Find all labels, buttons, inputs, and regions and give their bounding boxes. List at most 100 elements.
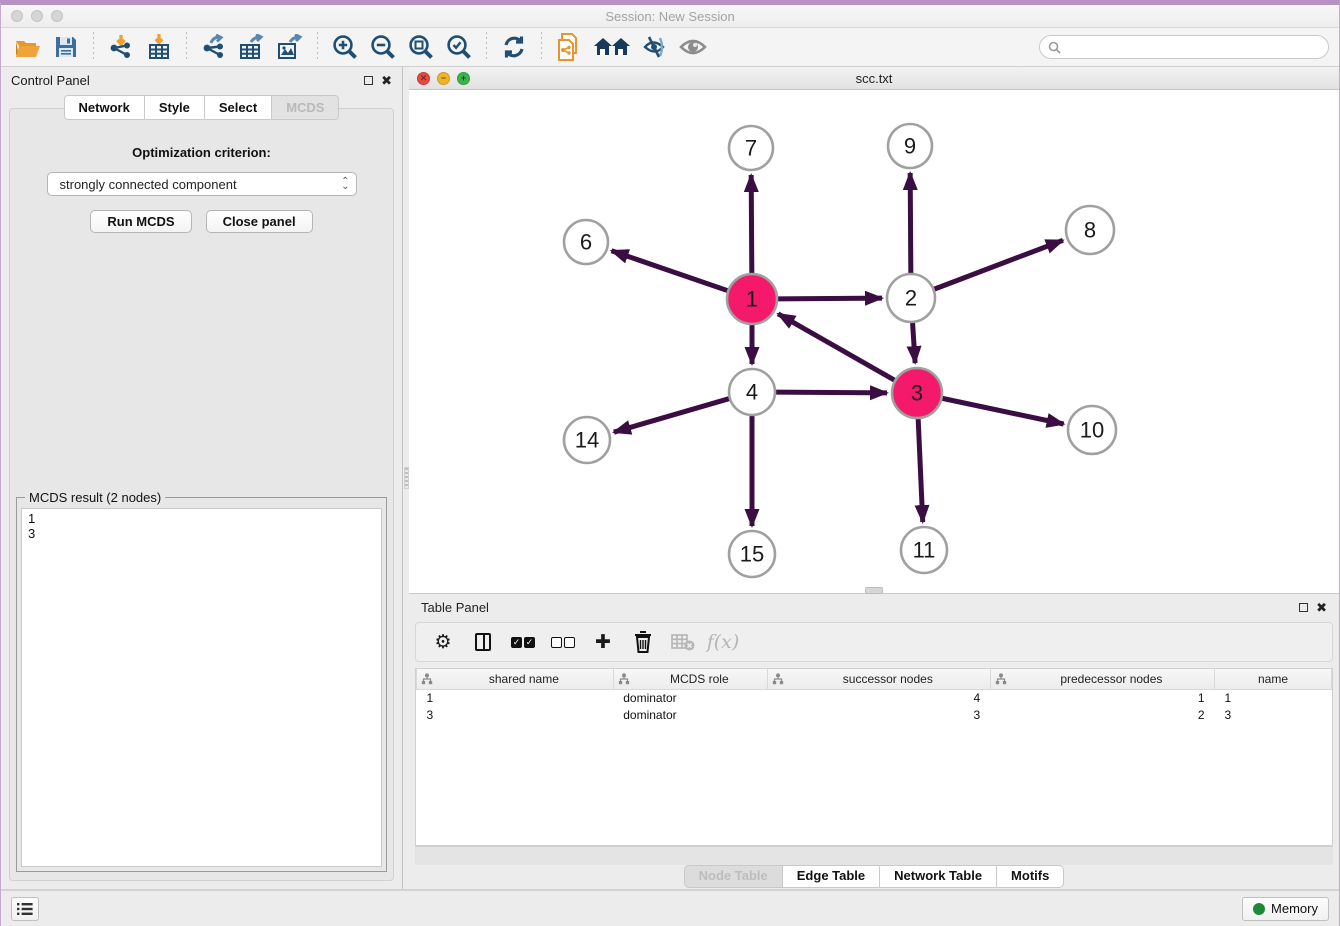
tab-node-table[interactable]: Node Table [684, 865, 783, 888]
export-network-button[interactable] [197, 31, 231, 63]
table-settings-button[interactable]: ⚙ [428, 627, 458, 657]
cell-shared-name[interactable]: 3 [417, 706, 614, 723]
float-panel-icon[interactable] [364, 76, 373, 85]
toolbar-separator [93, 32, 94, 62]
add-column-button[interactable]: ✚ [588, 627, 618, 657]
cell-successor-nodes[interactable]: 4 [767, 689, 990, 706]
tab-network-table[interactable]: Network Table [880, 865, 997, 888]
graph-edge-2-9[interactable] [910, 173, 911, 273]
tab-style[interactable]: Style [145, 95, 205, 120]
toolbar-separator [541, 32, 542, 62]
graph-node-label-7: 7 [745, 136, 757, 161]
memory-button[interactable]: Memory [1242, 897, 1329, 921]
memory-label: Memory [1271, 901, 1318, 916]
graph-node-label-14: 14 [575, 428, 599, 453]
delete-table-button[interactable] [668, 627, 698, 657]
export-image-button[interactable] [273, 31, 307, 63]
export-table-button[interactable] [235, 31, 269, 63]
function-builder-button[interactable]: f(x) [708, 627, 738, 657]
list-icon [17, 902, 33, 916]
import-table-button[interactable] [142, 31, 176, 63]
zoom-fit-button[interactable] [404, 31, 438, 63]
cell-successor-nodes[interactable]: 3 [767, 706, 990, 723]
close-panel-icon[interactable]: ✖ [381, 74, 392, 87]
graph-edge-4-14[interactable] [614, 399, 729, 432]
graph-edge-3-10[interactable] [942, 398, 1063, 424]
column-header-name[interactable]: name [1215, 669, 1332, 689]
column-header-shared-name[interactable]: shared name [417, 669, 614, 689]
hide-panel-button[interactable] [638, 31, 672, 63]
tab-mcds[interactable]: MCDS [272, 95, 339, 120]
cell-predecessor-nodes[interactable]: 2 [990, 706, 1214, 723]
column-header-successor-nodes[interactable]: successor nodes [767, 669, 990, 689]
cell-shared-name[interactable]: 1 [417, 689, 614, 706]
zoom-fit-icon [408, 34, 434, 60]
horizontal-splitter-grip[interactable] [865, 587, 883, 594]
search-box[interactable] [1039, 35, 1329, 59]
graph-edge-2-3[interactable] [913, 323, 916, 363]
right-column: ✕ − + scc.txt 1234678910111415 Table Pan… [409, 67, 1339, 889]
tab-motifs[interactable]: Motifs [997, 865, 1064, 888]
attribute-tree-icon [618, 673, 630, 685]
save-session-button[interactable] [49, 31, 83, 63]
task-history-button[interactable] [11, 897, 39, 921]
table-panel-title: Table Panel [421, 600, 489, 615]
control-panel-title: Control Panel [11, 73, 90, 88]
tab-select[interactable]: Select [205, 95, 272, 120]
open-folder-icon [15, 36, 41, 58]
cell-mcds-role[interactable]: dominator [613, 689, 767, 706]
criterion-select[interactable]: strongly connected component ⌃⌄ [47, 172, 357, 196]
open-session-file-button[interactable] [552, 31, 586, 63]
show-panel-button[interactable] [676, 31, 710, 63]
column-header-mcds-role[interactable]: MCDS role [613, 669, 767, 689]
network-window-titlebar: ✕ − + scc.txt [409, 67, 1339, 90]
window-title: Session: New Session [1, 9, 1339, 24]
zoom-out-button[interactable] [366, 31, 400, 63]
cell-predecessor-nodes[interactable]: 1 [990, 689, 1214, 706]
tab-edge-table[interactable]: Edge Table [783, 865, 880, 888]
column-header-predecessor-nodes[interactable]: predecessor nodes [990, 669, 1214, 689]
gear-icon: ⚙ [434, 631, 451, 654]
apply-layout-button[interactable] [497, 31, 531, 63]
mcds-result-text[interactable]: 1 3 [21, 508, 382, 867]
cell-name[interactable]: 1 [1215, 689, 1332, 706]
zoom-in-button[interactable] [328, 31, 362, 63]
graph-edge-1-2[interactable] [778, 298, 882, 299]
open-folder-button[interactable] [11, 31, 45, 63]
close-panel-button[interactable]: Close panel [206, 210, 313, 233]
select-all-button[interactable]: ✓✓ [508, 627, 538, 657]
close-table-panel-icon[interactable]: ✖ [1316, 601, 1327, 614]
cell-name[interactable]: 3 [1215, 706, 1332, 723]
home-button[interactable] [590, 31, 634, 63]
graph-edge-1-7[interactable] [751, 175, 752, 273]
search-input[interactable] [1066, 40, 1320, 54]
export-table-icon [239, 34, 265, 60]
graph-edge-4-3[interactable] [776, 392, 887, 393]
cell-mcds-role[interactable]: dominator [613, 706, 767, 723]
table-row[interactable]: 1 dominator 4 1 1 [417, 689, 1332, 706]
graph-edge-2-8[interactable] [934, 240, 1063, 289]
table-panel-header: Table Panel ✖ [409, 594, 1339, 620]
run-mcds-button[interactable]: Run MCDS [90, 210, 191, 233]
delete-column-button[interactable] [628, 627, 658, 657]
network-view-title: scc.txt [409, 71, 1339, 86]
deselect-all-button[interactable] [548, 627, 578, 657]
tab-network[interactable]: Network [64, 95, 145, 120]
export-network-icon [201, 34, 227, 60]
graph-edge-1-6[interactable] [612, 251, 728, 291]
graph-edge-3-11[interactable] [918, 419, 923, 522]
network-window: ✕ − + scc.txt 1234678910111415 [409, 67, 1339, 594]
table-row[interactable]: 3 dominator 3 2 3 [417, 706, 1332, 723]
table-panel: Table Panel ✖ ⚙ ✓✓ ✚ [409, 594, 1339, 889]
float-table-panel-icon[interactable] [1299, 603, 1308, 612]
column-view-button[interactable] [468, 627, 498, 657]
fx-icon: f(x) [707, 631, 740, 653]
network-canvas[interactable]: 1234678910111415 [409, 90, 1339, 593]
graph-node-label-8: 8 [1084, 218, 1096, 243]
zoom-selected-button[interactable] [442, 31, 476, 63]
table-scroll-strip[interactable] [415, 846, 1333, 865]
vertical-splitter[interactable] [402, 67, 409, 889]
graph-edge-3-1[interactable] [778, 314, 894, 380]
table-toolbar: ⚙ ✓✓ ✚ f(x) [415, 622, 1333, 662]
import-network-button[interactable] [104, 31, 138, 63]
